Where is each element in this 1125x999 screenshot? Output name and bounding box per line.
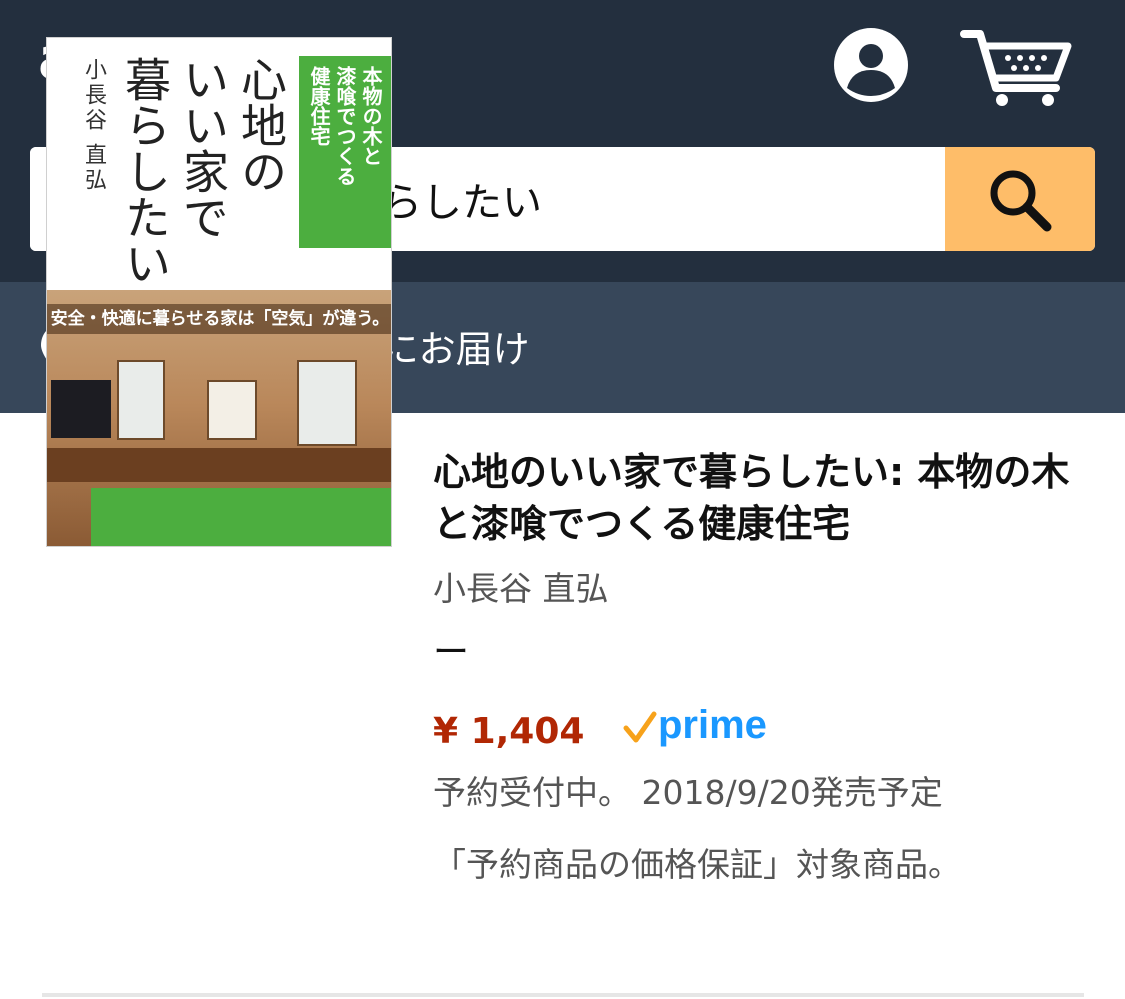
cover-title-col-2: いい家で bbox=[176, 56, 230, 240]
cover-author: 小長谷 直弘 bbox=[81, 58, 106, 193]
cover-title-col-1: 心地の bbox=[234, 56, 288, 194]
cover-tv bbox=[51, 380, 111, 438]
cover-label-col-2: 漆喰でつくる bbox=[333, 66, 357, 186]
cover-doorway bbox=[207, 380, 257, 440]
product-author: 小長谷 直弘 bbox=[433, 569, 609, 608]
cover-blurb-box bbox=[91, 488, 391, 546]
book-cover-image[interactable]: 小長谷 直弘 心地の いい家で 暮らしたい 本物の木と 漆喰でつくる 健康住宅 … bbox=[46, 37, 392, 547]
cover-shoji-window bbox=[297, 360, 357, 446]
product-format: ー bbox=[433, 632, 470, 673]
product-price: ¥ 1,404 bbox=[433, 711, 585, 752]
cover-subtitle-label: 本物の木と 漆喰でつくる 健康住宅 bbox=[299, 56, 391, 248]
cart-icon bbox=[960, 30, 1072, 106]
cover-label-col-1: 本物の木と bbox=[359, 66, 383, 166]
prime-label: prime bbox=[658, 703, 767, 747]
cover-label-col-3: 健康住宅 bbox=[307, 66, 331, 146]
location-suffix: にお届け bbox=[381, 328, 530, 371]
price-guarantee-note: 「予約商品の価格保証」対象商品。 bbox=[433, 845, 961, 884]
cover-counter bbox=[47, 448, 391, 482]
search-button[interactable] bbox=[945, 147, 1095, 251]
cover-shoji-window bbox=[117, 360, 165, 440]
cart-button[interactable] bbox=[960, 26, 1072, 108]
cover-title-col-3: 暮らしたい bbox=[118, 56, 172, 286]
result-divider bbox=[42, 993, 1084, 997]
search-icon bbox=[990, 170, 1052, 232]
account-icon bbox=[834, 28, 908, 102]
prime-badge-icon: prime bbox=[623, 703, 767, 747]
release-status: 予約受付中。 2018/9/20発売予定 bbox=[433, 773, 943, 812]
cover-photo: 安全・快適に暮らせる家は「空気」が違う。 bbox=[47, 290, 391, 546]
product-title[interactable]: 心地のいい家で暮らしたい: 本物の木と漆喰でつくる健康住宅 bbox=[433, 446, 1093, 550]
cover-banner: 安全・快適に暮らせる家は「空気」が違う。 bbox=[47, 304, 391, 334]
account-button[interactable] bbox=[832, 26, 910, 104]
